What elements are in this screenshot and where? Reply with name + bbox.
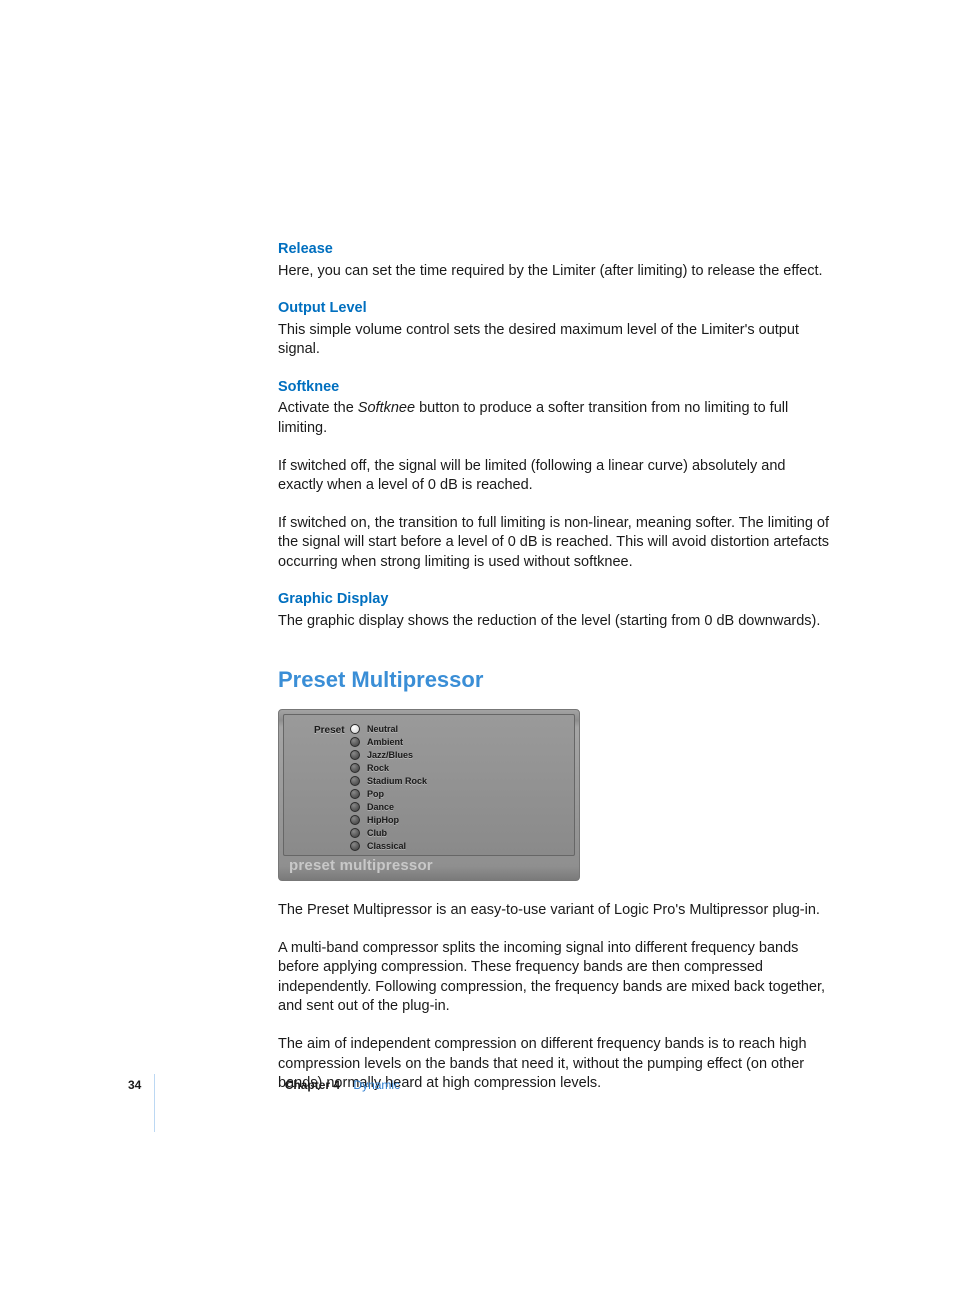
preset-option-label: Classical: [367, 840, 406, 852]
heading-softknee: Softknee: [278, 378, 834, 398]
chapter-title: Dynamic: [353, 1078, 400, 1092]
text-softknee-3: If switched on, the transition to full l…: [278, 514, 834, 573]
preset-option-label: Jazz/Blues: [367, 749, 413, 761]
text-softknee-2: If switched off, the signal will be limi…: [278, 457, 834, 496]
page-number: 34: [128, 1078, 141, 1092]
preset-option-label: Neutral: [367, 723, 398, 735]
preset-option[interactable]: Rock: [350, 761, 427, 774]
radio-icon: [350, 763, 360, 773]
chapter-label: Chapter 4: [285, 1078, 340, 1092]
radio-icon: [350, 815, 360, 825]
preset-option[interactable]: Dance: [350, 800, 427, 813]
preset-option-label: Club: [367, 827, 387, 839]
preset-option-label: Pop: [367, 788, 384, 800]
preset-option-label: HipHop: [367, 814, 399, 826]
radio-icon: [350, 750, 360, 760]
text-softknee-1: Activate the Softknee button to produce …: [278, 399, 834, 438]
preset-option-label: Dance: [367, 801, 394, 813]
heading-graphic-display: Graphic Display: [278, 590, 834, 610]
preset-caption: preset multipressor: [289, 856, 433, 876]
heading-output-level: Output Level: [278, 299, 834, 319]
preset-option[interactable]: Jazz/Blues: [350, 748, 427, 761]
preset-option-label: Rock: [367, 762, 389, 774]
radio-icon: [350, 802, 360, 812]
preset-option-label: Stadium Rock: [367, 775, 427, 787]
preset-option[interactable]: Neutral: [350, 722, 427, 735]
text-body-1: The Preset Multipressor is an easy-to-us…: [278, 901, 834, 921]
preset-option[interactable]: Stadium Rock: [350, 774, 427, 787]
radio-icon: [350, 737, 360, 747]
preset-panel-inner: Preset NeutralAmbientJazz/BluesRockStadi…: [283, 714, 575, 856]
preset-list: NeutralAmbientJazz/BluesRockStadium Rock…: [350, 722, 427, 852]
radio-icon: [350, 724, 360, 734]
page-content: Release Here, you can set the time requi…: [278, 240, 834, 1112]
preset-option[interactable]: Classical: [350, 839, 427, 852]
preset-panel-figure: Preset NeutralAmbientJazz/BluesRockStadi…: [278, 709, 580, 881]
preset-option-label: Ambient: [367, 736, 403, 748]
preset-label: Preset: [314, 724, 345, 738]
text-body-2: A multi-band compressor splits the incom…: [278, 939, 834, 1017]
page-footer: 34 Chapter 4 Dynamic: [128, 1078, 400, 1092]
radio-icon: [350, 776, 360, 786]
section-heading-preset-multipressor: Preset Multipressor: [278, 665, 834, 695]
text-graphic-display: The graphic display shows the reduction …: [278, 612, 834, 632]
preset-option[interactable]: Club: [350, 826, 427, 839]
radio-icon: [350, 841, 360, 851]
heading-release: Release: [278, 240, 834, 260]
radio-icon: [350, 828, 360, 838]
preset-option[interactable]: HipHop: [350, 813, 427, 826]
text-output-level: This simple volume control sets the desi…: [278, 321, 834, 360]
text-release: Here, you can set the time required by t…: [278, 262, 834, 282]
radio-icon: [350, 789, 360, 799]
preset-option[interactable]: Ambient: [350, 735, 427, 748]
preset-option[interactable]: Pop: [350, 787, 427, 800]
